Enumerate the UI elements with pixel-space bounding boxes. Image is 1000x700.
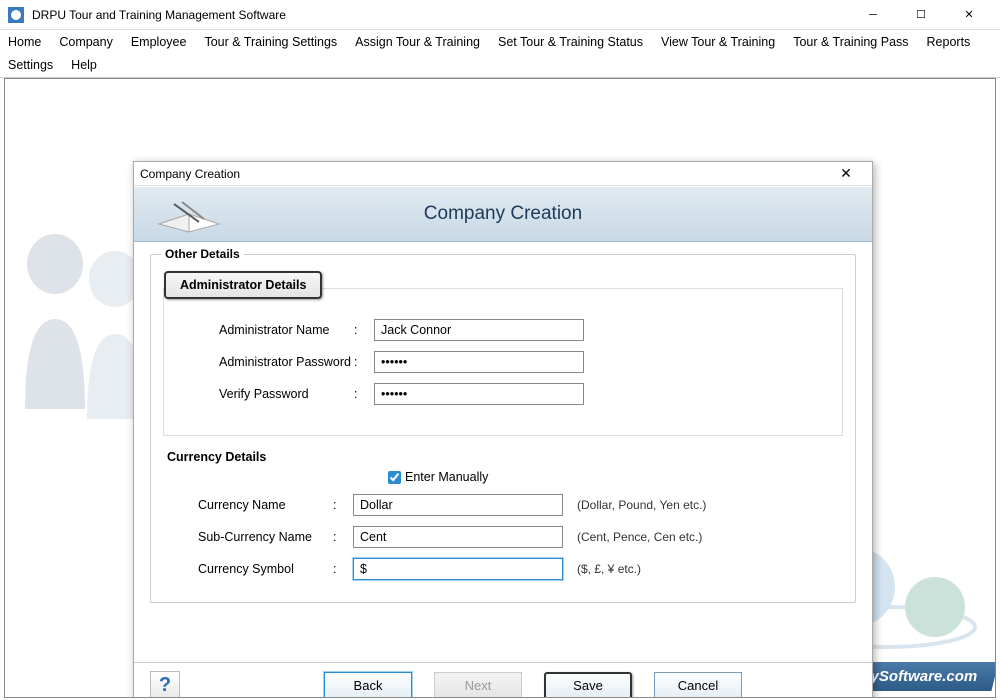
- admin-name-input[interactable]: [374, 319, 584, 341]
- menu-assign-tour-training[interactable]: Assign Tour & Training: [353, 33, 482, 51]
- other-details-label: Other Details: [161, 247, 244, 261]
- app-icon: [8, 7, 24, 23]
- menu-help[interactable]: Help: [69, 56, 99, 74]
- menu-tour-training-pass[interactable]: Tour & Training Pass: [791, 33, 910, 51]
- dialog-close-button[interactable]: ✕: [826, 165, 866, 182]
- close-button[interactable]: ✕: [946, 1, 992, 29]
- minimize-button[interactable]: ─: [850, 1, 896, 29]
- currency-symbol-input[interactable]: [353, 558, 563, 580]
- currency-name-input[interactable]: [353, 494, 563, 516]
- enter-manually-label: Enter Manually: [405, 470, 488, 484]
- dialog-body: Other Details Administrator Details Admi…: [134, 242, 872, 662]
- maximize-button[interactable]: ☐: [898, 1, 944, 29]
- currency-details-heading: Currency Details: [167, 450, 843, 464]
- banner-title: Company Creation: [224, 203, 852, 225]
- enter-manually-checkbox[interactable]: [388, 471, 401, 484]
- help-button[interactable]: ?: [150, 671, 180, 699]
- subcurrency-name-input[interactable]: [353, 526, 563, 548]
- notebook-icon: [154, 194, 224, 234]
- administrator-details-panel: Administrator Details Administrator Name…: [163, 288, 843, 436]
- window-titlebar: DRPU Tour and Training Management Softwa…: [0, 0, 1000, 30]
- menu-set-status[interactable]: Set Tour & Training Status: [496, 33, 645, 51]
- dialog-title: Company Creation: [140, 167, 826, 181]
- company-creation-dialog: Company Creation ✕ Company Creation Othe…: [133, 161, 873, 698]
- menu-settings[interactable]: Settings: [6, 56, 55, 74]
- currency-symbol-label: Currency Symbol: [163, 562, 333, 576]
- main-area: EmployeeSalarySoftware.com Company Creat…: [4, 78, 996, 698]
- save-button[interactable]: Save: [544, 672, 632, 699]
- dialog-titlebar: Company Creation ✕: [134, 162, 872, 186]
- menu-employee[interactable]: Employee: [129, 33, 189, 51]
- currency-name-hint: (Dollar, Pound, Yen etc.): [577, 498, 706, 512]
- admin-password-label: Administrator Password: [184, 355, 354, 369]
- subcurrency-name-hint: (Cent, Pence, Cen etc.): [577, 530, 702, 544]
- menu-reports[interactable]: Reports: [925, 33, 973, 51]
- currency-symbol-hint: ($, £, ¥ etc.): [577, 562, 641, 576]
- admin-password-input[interactable]: [374, 351, 584, 373]
- next-button: Next: [434, 672, 522, 699]
- menu-tour-training-settings[interactable]: Tour & Training Settings: [202, 33, 339, 51]
- cancel-button[interactable]: Cancel: [654, 672, 742, 699]
- other-details-group: Other Details Administrator Details Admi…: [150, 254, 856, 603]
- window-title: DRPU Tour and Training Management Softwa…: [32, 8, 850, 22]
- menubar: Home Company Employee Tour & Training Se…: [0, 30, 1000, 78]
- administrator-details-tab[interactable]: Administrator Details: [164, 271, 322, 299]
- menu-company[interactable]: Company: [57, 33, 115, 51]
- subcurrency-name-label: Sub-Currency Name: [163, 530, 333, 544]
- verify-password-input[interactable]: [374, 383, 584, 405]
- menu-home[interactable]: Home: [6, 33, 43, 51]
- menu-view-tour-training[interactable]: View Tour & Training: [659, 33, 777, 51]
- dialog-banner: Company Creation: [134, 186, 872, 242]
- verify-password-label: Verify Password: [184, 387, 354, 401]
- back-button[interactable]: Back: [324, 672, 412, 699]
- admin-name-label: Administrator Name: [184, 323, 354, 337]
- currency-name-label: Currency Name: [163, 498, 333, 512]
- dialog-footer: ? Back Next Save Cancel: [134, 662, 872, 698]
